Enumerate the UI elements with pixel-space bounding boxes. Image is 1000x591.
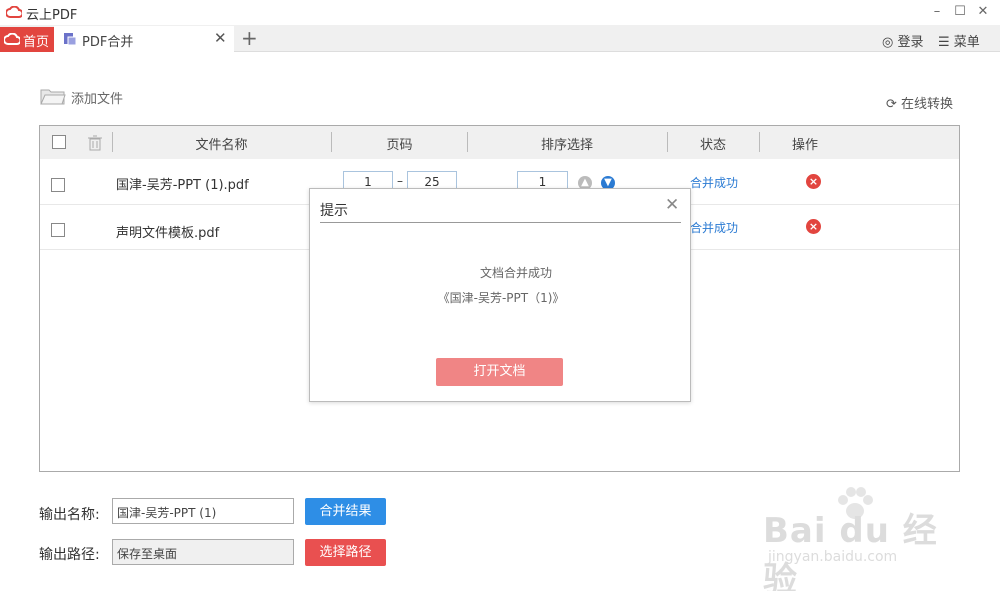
output-name-input[interactable]: 国津-吴芳-PPT (1) (112, 498, 294, 524)
pdf-merge-icon (64, 33, 77, 46)
header-order: 排序选择 (540, 138, 593, 153)
add-file-label: 添加文件 (71, 92, 124, 107)
row-checkbox[interactable] (51, 223, 65, 237)
page-range-separator: – (397, 174, 403, 188)
output-path-input[interactable]: 保存至桌面 (112, 539, 294, 565)
row-status: 合并成功 (690, 221, 739, 235)
login-button[interactable]: ◎ 登录 (882, 31, 924, 50)
select-all-checkbox[interactable] (52, 135, 66, 149)
row-filename: 国津-吴芳-PPT (1).pdf (116, 178, 249, 193)
output-path-label: 输出路径: (39, 547, 100, 563)
online-convert-button[interactable]: ⟳ 在线转换 (886, 93, 953, 112)
menu-icon: ☰ (938, 35, 950, 50)
cloud-convert-icon: ⟳ (886, 97, 897, 112)
menu-label: 菜单 (953, 35, 980, 50)
minimize-button[interactable]: – (926, 2, 948, 22)
login-label: 登录 (897, 35, 924, 50)
add-file-button[interactable]: 添加文件 (40, 86, 135, 108)
header-status: 状态 (699, 138, 726, 153)
app-title: 云上PDF (26, 8, 78, 23)
trash-icon[interactable] (88, 135, 102, 151)
menu-button[interactable]: ☰ 菜单 (938, 31, 980, 50)
close-tab-icon[interactable]: ✕ (214, 29, 227, 47)
choose-path-button[interactable]: 选择路径 (305, 539, 386, 566)
dialog-divider (320, 222, 681, 223)
row-filename: 声明文件模板.pdf (116, 226, 220, 241)
tab-home[interactable]: 首页 (0, 27, 54, 52)
cloud-logo-icon (6, 6, 22, 18)
header-action: 操作 (791, 138, 818, 153)
open-document-button[interactable]: 打开文档 (436, 358, 563, 386)
tab-pdf-merge[interactable]: PDF合并 ✕ (54, 26, 234, 52)
dialog-filename: 《国津-吴芳-PPT（1)》 (437, 291, 565, 305)
row-status: 合并成功 (690, 176, 739, 190)
watermark-url: jingyan.baidu.com (768, 549, 898, 565)
delete-row-icon[interactable]: × (806, 219, 821, 234)
dialog-message: 文档合并成功 (479, 266, 552, 280)
close-dialog-icon[interactable]: ✕ (665, 195, 679, 215)
title-bar (0, 0, 1000, 25)
folder-icon (40, 89, 66, 105)
delete-row-icon[interactable]: × (806, 174, 821, 189)
tab-merge-label: PDF合并 (82, 35, 134, 50)
tab-home-label: 首页 (23, 35, 50, 50)
output-name-label: 输出名称: (39, 507, 100, 523)
user-icon: ◎ (882, 35, 894, 50)
table-header: 文件名称 页码 排序选择 状态 操作 (40, 126, 959, 159)
dialog-title: 提示 (320, 203, 348, 219)
header-filename: 文件名称 (195, 138, 248, 153)
cloud-icon (4, 33, 20, 45)
watermark-brand: Bai du 经验 (763, 511, 938, 591)
online-convert-label: 在线转换 (901, 97, 954, 112)
maximize-button[interactable]: ☐ (949, 2, 971, 22)
baidu-watermark: Bai du 经验 jingyan.baidu.com (763, 486, 953, 591)
merge-result-button[interactable]: 合并结果 (305, 498, 386, 525)
header-pages: 页码 (386, 138, 413, 153)
add-tab-button[interactable]: + (241, 27, 258, 49)
merge-success-dialog: 提示 ✕ 文档合并成功 《国津-吴芳-PPT（1)》 打开文档 (309, 188, 691, 402)
row-checkbox[interactable] (51, 178, 65, 192)
close-window-button[interactable]: ✕ (972, 2, 994, 22)
